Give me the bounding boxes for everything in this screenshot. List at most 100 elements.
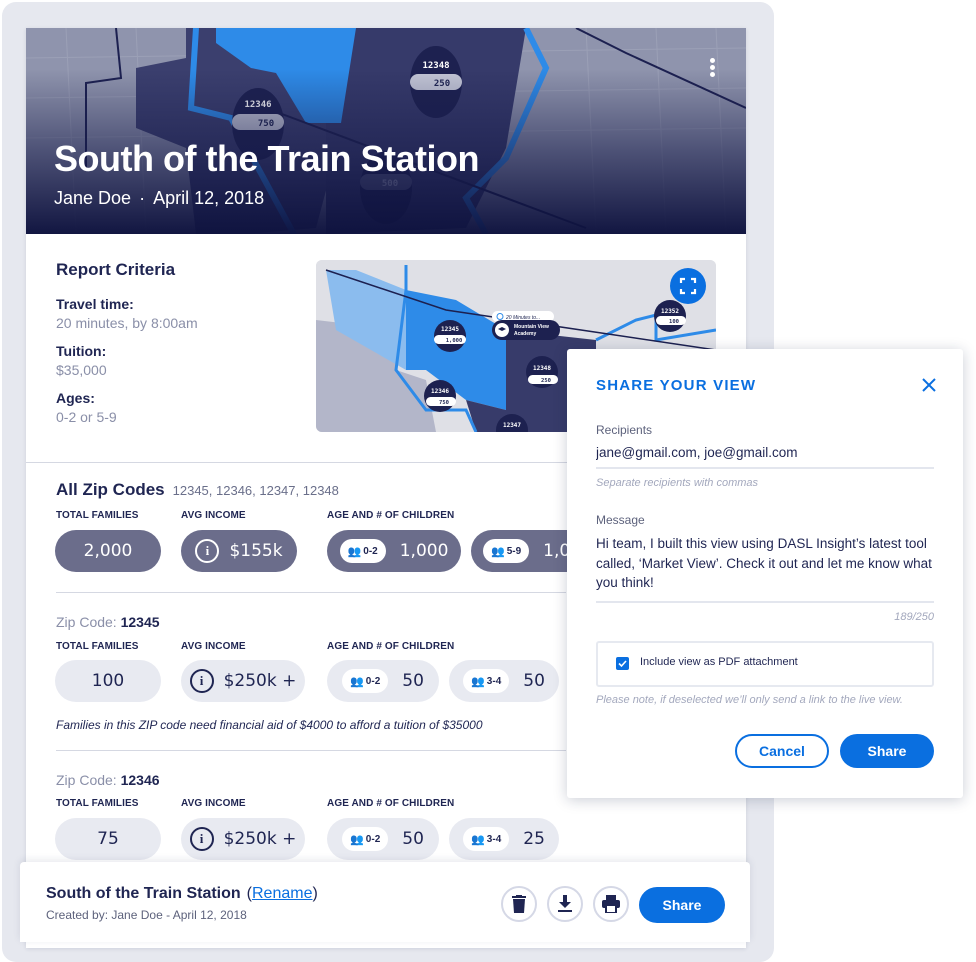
character-counter: 189/250 [894, 611, 934, 623]
total-families-label: TOTAL FAMILIES [56, 510, 139, 521]
pdf-attachment-checkbox[interactable] [616, 657, 629, 670]
total-families-pill[interactable]: 100 [55, 660, 161, 702]
avg-income-pill[interactable]: i $250k + [181, 660, 305, 702]
avg-income-label: AVG INCOME [181, 798, 246, 809]
avg-income-value: $250k + [223, 829, 297, 849]
zip-section-title: Zip Code: 12345 [56, 614, 160, 630]
age-range: 5-9 [506, 545, 522, 557]
mini-marker-count: 250 [541, 378, 551, 384]
zip-prefix: Zip Code: [56, 772, 117, 788]
hero-banner: 12348 250 12346 750 500 South of the Tra… [26, 28, 746, 234]
info-icon[interactable]: i [195, 539, 220, 563]
dialog-title: SHARE YOUR VIEW [596, 377, 757, 394]
recipients-label: Recipients [596, 423, 653, 437]
message-underline [596, 601, 934, 603]
age-children-pill[interactable]: 👥 3-4 25 [449, 818, 559, 860]
action-bar-report-name: South of the Train Station [46, 885, 241, 902]
criteria-value: 20 minutes, by 8:00am [56, 315, 198, 331]
close-button[interactable] [920, 376, 938, 394]
dialog-share-button[interactable]: Share [840, 734, 934, 768]
action-bar-title: South of the Train Station (Rename) [46, 885, 318, 903]
report-title: South of the Train Station [54, 138, 479, 179]
trash-icon [512, 895, 526, 913]
school-name-line2: Academy [514, 331, 536, 337]
byline-separator: · [139, 188, 146, 208]
message-textarea[interactable]: Hi team, I built this view using DASL In… [596, 534, 934, 598]
pdf-attachment-note: Please note, if deselected we’ll only se… [596, 694, 903, 706]
total-families-label: TOTAL FAMILIES [56, 641, 139, 652]
expand-map-button[interactable] [670, 268, 706, 304]
mini-marker-count: 100 [669, 319, 679, 325]
printer-icon [602, 895, 620, 913]
report-action-bar: South of the Train Station (Rename) Creat… [20, 862, 750, 942]
age-children-pill[interactable]: 👥 3-4 50 [449, 660, 559, 702]
people-icon: 👥 [491, 545, 505, 558]
age-children-label: AGE AND # OF CHILDREN [327, 798, 455, 809]
zip-prefix: Zip Code: [56, 614, 117, 630]
criteria-heading: Report Criteria [56, 260, 176, 279]
financial-aid-note: Families in this ZIP code need financial… [56, 718, 483, 732]
age-count: 50 [523, 671, 545, 691]
zip-code: 12346 [120, 772, 160, 788]
criteria-value: 0-2 or 5-9 [56, 409, 117, 425]
recipients-input[interactable] [596, 442, 934, 462]
section-divider [56, 750, 566, 751]
section-divider [56, 592, 566, 593]
mini-marker-zip: 12346 [431, 388, 449, 395]
info-icon[interactable]: i [189, 669, 214, 693]
pdf-attachment-label: Include view as PDF attachment [640, 656, 798, 668]
message-label: Message [596, 513, 645, 527]
people-icon: 👥 [350, 833, 364, 846]
report-author: Jane Doe [54, 188, 132, 208]
delete-button[interactable] [501, 886, 537, 922]
total-families-pill[interactable]: 2,000 [55, 530, 161, 572]
avg-income-label: AVG INCOME [181, 641, 246, 652]
info-icon[interactable]: i [189, 827, 214, 851]
more-options-icon[interactable] [706, 58, 718, 80]
print-button[interactable] [593, 886, 629, 922]
total-families-label: TOTAL FAMILIES [56, 798, 139, 809]
total-families-pill[interactable]: 75 [55, 818, 161, 860]
age-count: 50 [402, 829, 424, 849]
cancel-button[interactable]: Cancel [735, 734, 829, 768]
people-icon: 👥 [471, 833, 485, 846]
age-range-tag: 👥 5-9 [483, 539, 530, 563]
checkmark-icon [618, 660, 627, 668]
age-range-tag: 👥 3-4 [463, 669, 510, 693]
all-zips-list: 12345, 12346, 12347, 12348 [172, 483, 339, 498]
pdf-attachment-option[interactable]: Include view as PDF attachment [596, 641, 934, 687]
age-count: 50 [402, 671, 424, 691]
mini-marker-zip: 12347 [503, 422, 521, 429]
age-children-pill[interactable]: 👥 0-2 50 [327, 818, 439, 860]
share-view-dialog: SHARE YOUR VIEW Recipients Separate reci… [567, 349, 963, 798]
age-children-pill[interactable]: 👥 0-2 1,000 [327, 530, 461, 572]
fullscreen-icon [679, 277, 697, 295]
report-date: April 12, 2018 [153, 188, 265, 208]
mini-marker-zip: 12352 [661, 308, 679, 315]
all-zips-heading: All Zip Codes 12345, 12346, 12347, 12348 [56, 480, 339, 500]
share-button[interactable]: Share [639, 887, 725, 923]
avg-income-value: $155k [229, 541, 283, 561]
report-criteria: Report Criteria Travel time: 20 minutes,… [56, 260, 316, 437]
avg-income-pill[interactable]: i $155k [181, 530, 297, 572]
zip-section-title: Zip Code: 12346 [56, 772, 160, 788]
recipients-underline [596, 467, 934, 469]
age-children-pill[interactable]: 👥 0-2 50 [327, 660, 439, 702]
recipients-hint: Separate recipients with commas [596, 477, 759, 489]
mini-marker-count: 750 [439, 400, 449, 406]
age-children-label: AGE AND # OF CHILDREN [327, 510, 455, 521]
criteria-label: Travel time: [56, 296, 134, 312]
mini-marker-zip: 12345 [441, 326, 459, 333]
rename-link[interactable]: Rename [252, 885, 312, 902]
age-count: 25 [523, 829, 545, 849]
download-icon [558, 895, 572, 912]
download-button[interactable] [547, 886, 583, 922]
people-icon: 👥 [347, 545, 362, 558]
avg-income-label: AVG INCOME [181, 510, 246, 521]
avg-income-pill[interactable]: i $250k + [181, 818, 305, 860]
created-by-text: Created by: Jane Doe - April 12, 2018 [46, 908, 247, 922]
all-zips-title: All Zip Codes [56, 480, 165, 499]
mini-marker-zip: 12348 [533, 365, 551, 372]
close-icon [922, 378, 936, 392]
age-range: 3-4 [486, 833, 502, 845]
